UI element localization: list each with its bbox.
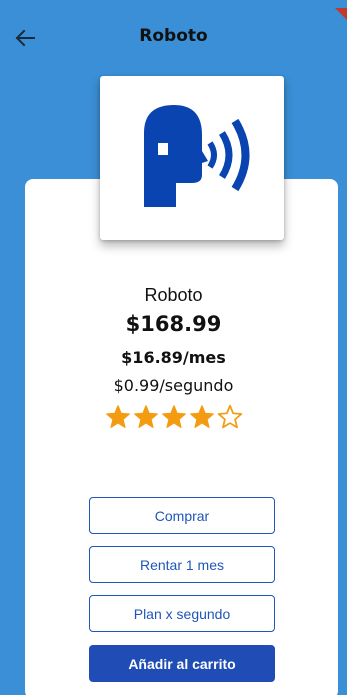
product-logo	[100, 76, 284, 240]
talking-head-icon	[144, 105, 250, 207]
product-screen: Roboto Roboto $168.99 $16.89/mes $0.99/s…	[0, 0, 347, 695]
page-title: Roboto	[139, 26, 208, 46]
product-price: $168.99	[125, 312, 222, 336]
star-outline-icon	[217, 404, 242, 429]
app-bar: Roboto	[0, 0, 347, 74]
debug-banner-icon	[335, 8, 347, 20]
rent-month-button[interactable]: Rentar 1 mes	[89, 546, 275, 583]
star-filled-icon	[161, 405, 186, 428]
monthly-price: $16.89/mes	[121, 348, 226, 367]
star-filled-icon	[105, 405, 130, 428]
star-filled-icon	[133, 405, 158, 428]
per-second-price: $0.99/segundo	[113, 376, 234, 395]
plan-per-second-button[interactable]: Plan x segundo	[89, 595, 275, 632]
buy-button[interactable]: Comprar	[89, 497, 275, 534]
star-filled-icon	[189, 405, 214, 428]
rating-stars	[0, 404, 347, 430]
product-name: Roboto	[144, 285, 203, 305]
add-to-cart-button[interactable]: Añadir al carrito	[89, 645, 275, 682]
